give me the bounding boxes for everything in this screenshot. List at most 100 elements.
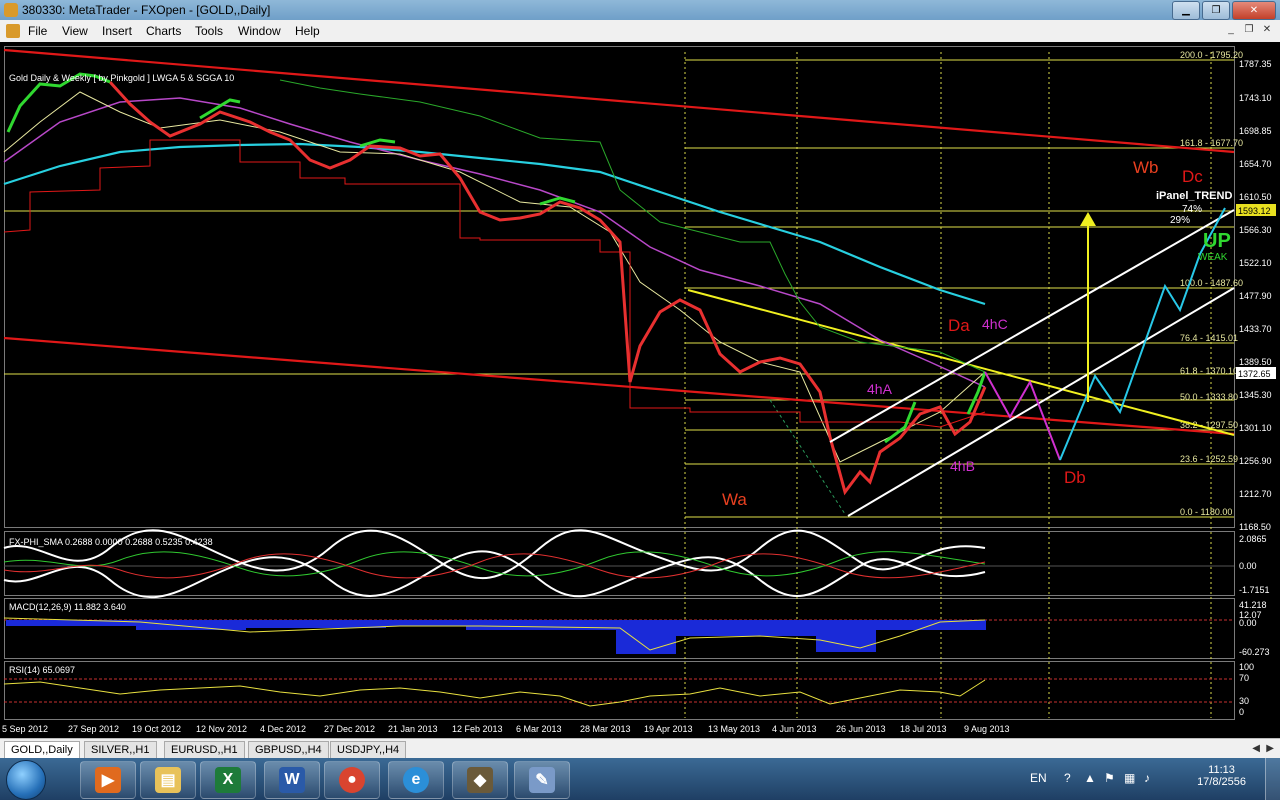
taskbar-app-5[interactable]: e xyxy=(388,761,444,799)
mdi-minimize-button[interactable]: _ xyxy=(1224,23,1238,37)
menu-bar: File View Insert Charts Tools Window Hel… xyxy=(0,20,1280,43)
svg-text:12 Feb 2013: 12 Feb 2013 xyxy=(452,724,503,734)
tab-silver-h1[interactable]: SILVER,,H1 xyxy=(84,741,157,759)
wave-label-da: Da xyxy=(948,316,970,335)
menu-file[interactable]: File xyxy=(28,24,47,38)
svg-text:19 Oct 2012: 19 Oct 2012 xyxy=(132,724,181,734)
start-button[interactable] xyxy=(6,760,46,800)
fib-label-200: 200.0 - 1795.20 xyxy=(1180,50,1243,60)
wave-label-4hb: 4hB xyxy=(950,458,975,474)
svg-text:6 Mar 2013: 6 Mar 2013 xyxy=(516,724,562,734)
mdi-restore-button[interactable]: ❐ xyxy=(1242,23,1256,37)
tab-gold-daily[interactable]: GOLD,,Daily xyxy=(4,741,80,759)
svg-text:1698.85: 1698.85 xyxy=(1239,126,1272,136)
svg-text:28 Mar 2013: 28 Mar 2013 xyxy=(580,724,631,734)
network-icon[interactable]: ▦ xyxy=(1124,771,1135,785)
price-high-label: 1593.12 xyxy=(1238,206,1271,216)
taskbar-app-0[interactable]: ▶ xyxy=(80,761,136,799)
paint-icon: ✎ xyxy=(529,767,555,793)
wave-label-4ha: 4hA xyxy=(867,381,893,397)
ipanel-direction: UP xyxy=(1203,230,1231,252)
svg-text:4 Jun 2013: 4 Jun 2013 xyxy=(772,724,817,734)
ipanel-title: iPanel_TREND xyxy=(1156,190,1232,202)
tabs-scroll-left-icon[interactable]: ◀ xyxy=(1252,743,1260,754)
svg-text:-60.273: -60.273 xyxy=(1239,647,1270,657)
svg-text:-1.7151: -1.7151 xyxy=(1239,585,1270,595)
price-scale: 1787.35 1743.10 1698.85 1654.70 1610.50 … xyxy=(1239,59,1272,532)
svg-text:1743.10: 1743.10 xyxy=(1239,93,1272,103)
svg-text:1256.90: 1256.90 xyxy=(1239,456,1272,466)
svg-text:9 Aug 2013: 9 Aug 2013 xyxy=(964,724,1010,734)
svg-text:1212.70: 1212.70 xyxy=(1239,489,1272,499)
window-controls: ▁ ❐ ✕ xyxy=(1172,1,1276,20)
svg-text:2.0865: 2.0865 xyxy=(1239,534,1267,544)
svg-text:0.00: 0.00 xyxy=(1239,561,1257,571)
taskbar-app-2[interactable]: X xyxy=(200,761,256,799)
metatrader-icon: ◆ xyxy=(467,767,493,793)
close-button[interactable]: ✕ xyxy=(1232,1,1276,20)
help-icon[interactable]: ? xyxy=(1064,771,1071,785)
volume-icon[interactable]: ♪ xyxy=(1144,771,1150,785)
wave-label-wa: Wa xyxy=(722,490,747,509)
fib-label-0: 0.0 - 1180.00 xyxy=(1180,507,1232,517)
window-title: 380330: MetaTrader - FXOpen - [GOLD,,Dai… xyxy=(22,3,271,17)
chart-window[interactable]: 200.0 - 1795.20 161.8 - 1677.70 100.0 - … xyxy=(0,42,1280,738)
show-desktop-button[interactable] xyxy=(1265,758,1280,800)
svg-text:19 Apr 2013: 19 Apr 2013 xyxy=(644,724,693,734)
svg-text:1654.70: 1654.70 xyxy=(1239,159,1272,169)
svg-text:13 May 2013: 13 May 2013 xyxy=(708,724,760,734)
menu-help[interactable]: Help xyxy=(295,24,320,38)
svg-text:12 Nov 2012: 12 Nov 2012 xyxy=(196,724,247,734)
ipanel-pct1: 74% xyxy=(1182,204,1202,215)
taskbar-app-6[interactable]: ◆ xyxy=(452,761,508,799)
tabs-scroll-right-icon[interactable]: ▶ xyxy=(1266,743,1274,754)
menu-charts[interactable]: Charts xyxy=(146,24,181,38)
mdi-controls: _ ❐ ✕ xyxy=(1224,23,1274,37)
fib-label-61: 61.8 - 1370.10 xyxy=(1180,366,1238,376)
media-player-icon: ▶ xyxy=(95,767,121,793)
current-price-label: 1372.65 xyxy=(1238,369,1271,379)
macd-header: MACD(12,26,9) 11.882 3.640 xyxy=(9,602,126,612)
menu-view[interactable]: View xyxy=(62,24,88,38)
minimize-button[interactable]: ▁ xyxy=(1172,1,1200,20)
ipanel-pct2: 29% xyxy=(1170,215,1190,226)
menu-insert[interactable]: Insert xyxy=(102,24,132,38)
taskbar-app-3[interactable]: W xyxy=(264,761,320,799)
svg-text:26 Jun 2013: 26 Jun 2013 xyxy=(836,724,886,734)
wave-label-dc: Dc xyxy=(1182,167,1203,186)
maximize-button[interactable]: ❐ xyxy=(1202,1,1230,20)
fib-label-161: 161.8 - 1677.70 xyxy=(1180,138,1243,148)
rsi-header: RSI(14) 65.0697 xyxy=(9,665,75,675)
wave-label-wb: Wb xyxy=(1133,158,1159,177)
fib-label-50: 50.0 - 1333.80 xyxy=(1180,392,1238,402)
svg-text:1477.90: 1477.90 xyxy=(1239,291,1272,301)
taskbar-app-7[interactable]: ✎ xyxy=(514,761,570,799)
svg-text:27 Sep 2012: 27 Sep 2012 xyxy=(68,724,119,734)
excel-icon: X xyxy=(215,767,241,793)
svg-text:30: 30 xyxy=(1239,696,1249,706)
tab-usdjpy-h4[interactable]: USDJPY,,H4 xyxy=(330,741,407,759)
clock[interactable]: 11:13 17/8/2556 xyxy=(1197,764,1246,788)
svg-text:41.218: 41.218 xyxy=(1239,600,1267,610)
taskbar-app-1[interactable]: ▤ xyxy=(140,761,196,799)
svg-text:70: 70 xyxy=(1239,673,1249,683)
svg-text:1433.70: 1433.70 xyxy=(1239,324,1272,334)
tab-gbpusd-h4[interactable]: GBPUSD,,H4 xyxy=(248,741,329,759)
app-icon xyxy=(4,3,18,17)
taskbar-app-4[interactable]: ● xyxy=(324,761,380,799)
tab-eurusd-h1[interactable]: EURUSD,,H1 xyxy=(164,741,245,759)
svg-text:0: 0 xyxy=(1239,707,1244,717)
svg-text:1389.50: 1389.50 xyxy=(1239,357,1272,367)
wave-label-db: Db xyxy=(1064,468,1086,487)
wave-label-4hc: 4hC xyxy=(982,316,1008,332)
menu-window[interactable]: Window xyxy=(238,24,281,38)
language-indicator[interactable]: EN xyxy=(1030,771,1047,785)
chart-canvas[interactable]: 200.0 - 1795.20 161.8 - 1677.70 100.0 - … xyxy=(0,42,1280,738)
clock-date: 17/8/2556 xyxy=(1197,776,1246,788)
fib-label-23: 23.6 - 1252.59 xyxy=(1180,454,1238,464)
menu-tools[interactable]: Tools xyxy=(195,24,223,38)
mdi-close-button[interactable]: ✕ xyxy=(1260,23,1274,37)
flag-icon[interactable]: ⚑ xyxy=(1104,771,1115,785)
tray-up-icon[interactable]: ▲ xyxy=(1084,771,1096,785)
clock-time: 11:13 xyxy=(1208,764,1235,776)
